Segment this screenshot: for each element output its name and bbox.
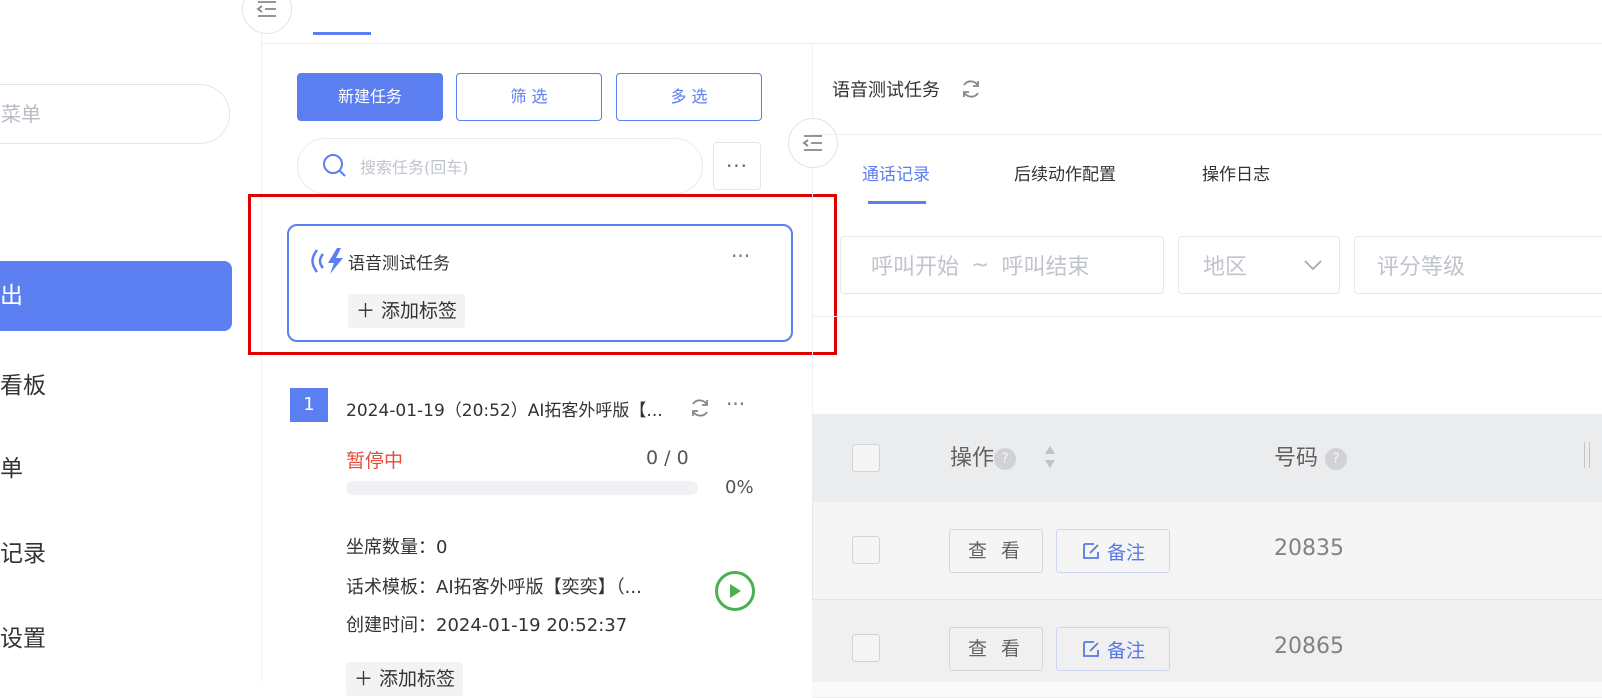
new-task-button[interactable]: 新建任务 bbox=[297, 73, 443, 121]
task-item-title[interactable]: 2024-01-19（20:52）AI拓客外呼版【... bbox=[346, 396, 663, 421]
top-tab-underline bbox=[313, 32, 371, 35]
play-button[interactable] bbox=[715, 571, 755, 611]
search-icon bbox=[323, 154, 346, 177]
add-tag-label: 添加标签 bbox=[379, 668, 456, 690]
sidebar-item-records[interactable]: 记录 bbox=[0, 519, 232, 589]
collapse-icon bbox=[256, 1, 276, 17]
filter-divider bbox=[812, 316, 1602, 317]
filter-button[interactable]: 筛 选 bbox=[456, 73, 602, 121]
sidebar-search-input[interactable]: 菜单 bbox=[0, 84, 230, 144]
sidebar-item-label: 记录 bbox=[0, 541, 46, 567]
sidebar-item-dashboard[interactable]: 看板 bbox=[0, 351, 232, 421]
region-placeholder: 地区 bbox=[1203, 255, 1248, 280]
active-tab-indicator bbox=[868, 201, 926, 204]
sidebar-item-label: 出 bbox=[0, 283, 23, 309]
task-status: 暂停中 bbox=[346, 450, 404, 472]
range-separator: ~ bbox=[971, 252, 990, 278]
chevron-down-icon bbox=[1304, 260, 1322, 271]
score-level-select[interactable]: 评分等级 bbox=[1354, 236, 1602, 294]
task-index-badge: 1 bbox=[290, 388, 328, 422]
tab-follow-up-config[interactable]: 后续动作配置 bbox=[1014, 160, 1116, 185]
multi-select-button[interactable]: 多 选 bbox=[616, 73, 762, 121]
table-loading-overlay bbox=[812, 414, 1602, 682]
sidebar-item-settings[interactable]: 设置 bbox=[0, 604, 232, 674]
detail-title: 语音测试任务 bbox=[832, 80, 940, 101]
play-icon bbox=[730, 584, 741, 598]
collapse-icon bbox=[802, 135, 822, 151]
sidebar-item-label: 单 bbox=[0, 456, 23, 482]
list-more-button[interactable]: ··· bbox=[713, 142, 761, 190]
task-search-input[interactable]: 搜索任务(回车) bbox=[297, 138, 703, 194]
panel-collapse-button[interactable] bbox=[788, 118, 838, 168]
region-select[interactable]: 地区 bbox=[1178, 236, 1340, 294]
refresh-icon[interactable] bbox=[689, 397, 711, 419]
task-progress-bar bbox=[346, 481, 698, 495]
more-icon: ··· bbox=[725, 154, 749, 178]
task-item-more-icon[interactable]: ··· bbox=[726, 392, 745, 416]
call-end-placeholder: 呼叫结束 bbox=[1001, 255, 1090, 280]
highlight-box bbox=[248, 194, 837, 355]
call-time-range-picker[interactable]: 呼叫开始 ~ 呼叫结束 bbox=[840, 236, 1164, 294]
call-start-placeholder: 呼叫开始 bbox=[871, 255, 960, 280]
task-seats: 坐席数量：0 bbox=[346, 537, 448, 558]
detail-header-divider bbox=[812, 134, 1602, 135]
sidebar-item-label: 设置 bbox=[0, 626, 46, 652]
sidebar-item-list[interactable]: 单 bbox=[0, 434, 232, 504]
task-created-time: 创建时间：2024-01-19 20:52:37 bbox=[346, 615, 628, 636]
sidebar-item-outbound[interactable]: 出 bbox=[0, 261, 232, 331]
left-sidebar: 菜单 出 看板 单 记录 设置 bbox=[0, 0, 262, 682]
task-add-tag-button[interactable]: ＋ 添加标签 bbox=[346, 662, 464, 696]
refresh-icon[interactable] bbox=[960, 78, 982, 100]
task-count: 0 / 0 bbox=[646, 447, 689, 469]
tab-call-records[interactable]: 通话记录 bbox=[862, 160, 930, 185]
tab-operation-log[interactable]: 操作日志 bbox=[1202, 160, 1270, 185]
task-template: 话术模板：AI拓客外呼版【奕奕】（... bbox=[346, 577, 642, 598]
score-level-placeholder: 评分等级 bbox=[1377, 255, 1466, 280]
sidebar-item-label: 看板 bbox=[0, 373, 46, 399]
task-search-placeholder: 搜索任务(回车) bbox=[360, 158, 469, 177]
task-progress-percent: 0% bbox=[725, 477, 754, 498]
